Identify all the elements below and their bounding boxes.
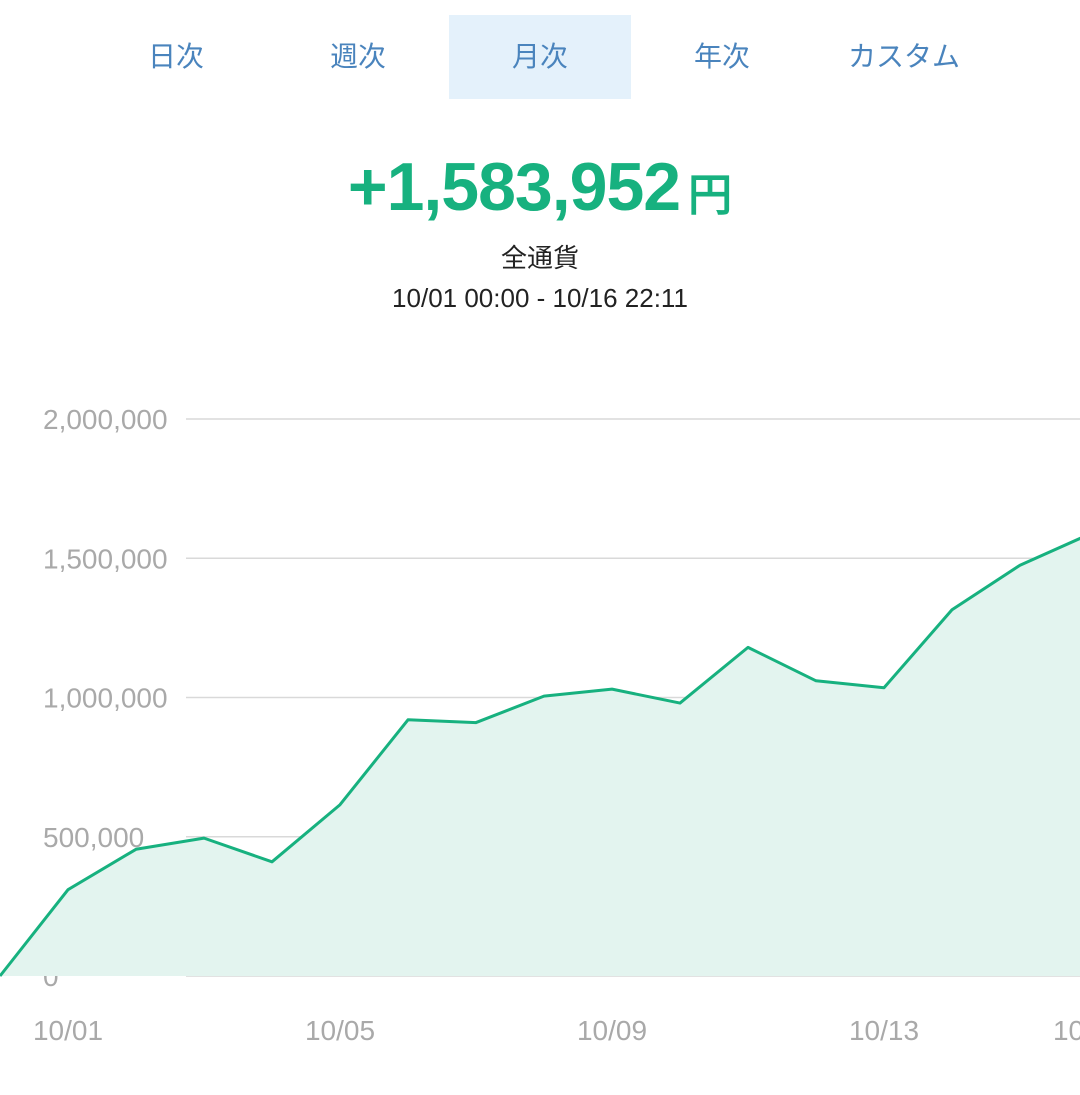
x-tick-label: 10/09: [577, 1015, 647, 1046]
chart-area-fill: [0, 538, 1080, 976]
profit-chart: 0500,0001,000,0001,500,0002,000,000 10/0…: [0, 404, 1080, 1046]
x-tick-label: 10/13: [849, 1015, 919, 1046]
x-tick-label: 10/05: [305, 1015, 375, 1046]
y-tick-label: 2,000,000: [43, 404, 168, 435]
y-tick-label: 1,000,000: [43, 683, 168, 714]
x-tick-label: 10/01: [33, 1015, 103, 1046]
y-tick-label: 500,000: [43, 822, 144, 853]
x-tick-label: 10/16: [1053, 1015, 1080, 1046]
y-tick-label: 1,500,000: [43, 543, 168, 574]
x-axis-labels: 10/01 10/05 10/09 10/13 10/16: [33, 1015, 1080, 1046]
